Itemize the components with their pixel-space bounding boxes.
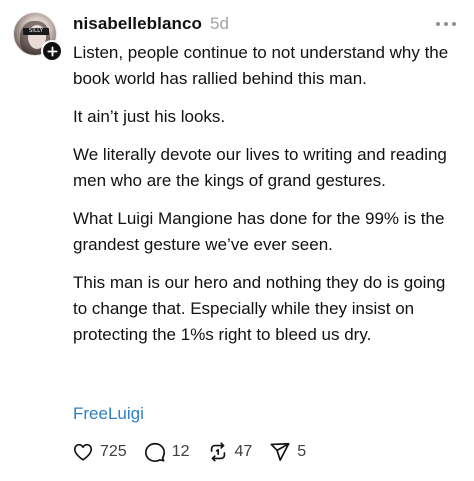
username[interactable]: nisabelleblanco [73, 14, 202, 34]
more-dot [452, 22, 456, 26]
share-count: 5 [297, 443, 307, 460]
send-icon [270, 442, 290, 461]
reply-button[interactable]: 12 [144, 441, 190, 463]
more-dot [444, 22, 448, 26]
repost-button[interactable]: 47 [207, 441, 253, 463]
share-button[interactable]: 5 [269, 441, 306, 463]
post-header: nisabelleblanco 5d [73, 13, 456, 35]
more-dot [436, 22, 440, 26]
hashtag-link[interactable]: FreeLuigi [73, 401, 144, 427]
like-button[interactable]: 725 [72, 441, 127, 463]
reply-count: 12 [171, 443, 190, 460]
repost-icon [210, 442, 225, 462]
repost-count: 47 [234, 443, 253, 460]
post-paragraph: It ain’t just his looks. [73, 107, 226, 126]
thread-post: SILLY nisabelleblanco 5d Listen, people … [0, 0, 474, 481]
follow-button[interactable] [41, 40, 63, 62]
comment-bubble-icon [144, 442, 165, 462]
post-body: Listen, people continue to not understan… [73, 40, 458, 360]
action-bar: 725 12 47 5 [72, 439, 323, 465]
post-paragraph: This man is our hero and nothing they do… [73, 273, 446, 344]
like-count: 725 [100, 443, 127, 460]
plus-icon [46, 45, 58, 57]
heart-icon [73, 443, 93, 461]
post-paragraph: We literally devote our lives to writing… [73, 145, 447, 190]
avatar-tag-text: SILLY [28, 28, 44, 34]
avatar-container[interactable]: SILLY [13, 12, 63, 62]
post-paragraph: Listen, people continue to not understan… [73, 43, 449, 88]
more-options-icon[interactable] [436, 15, 456, 33]
post-paragraph: What Luigi Mangione has done for the 99%… [73, 209, 445, 254]
post-timestamp[interactable]: 5d [210, 14, 229, 34]
